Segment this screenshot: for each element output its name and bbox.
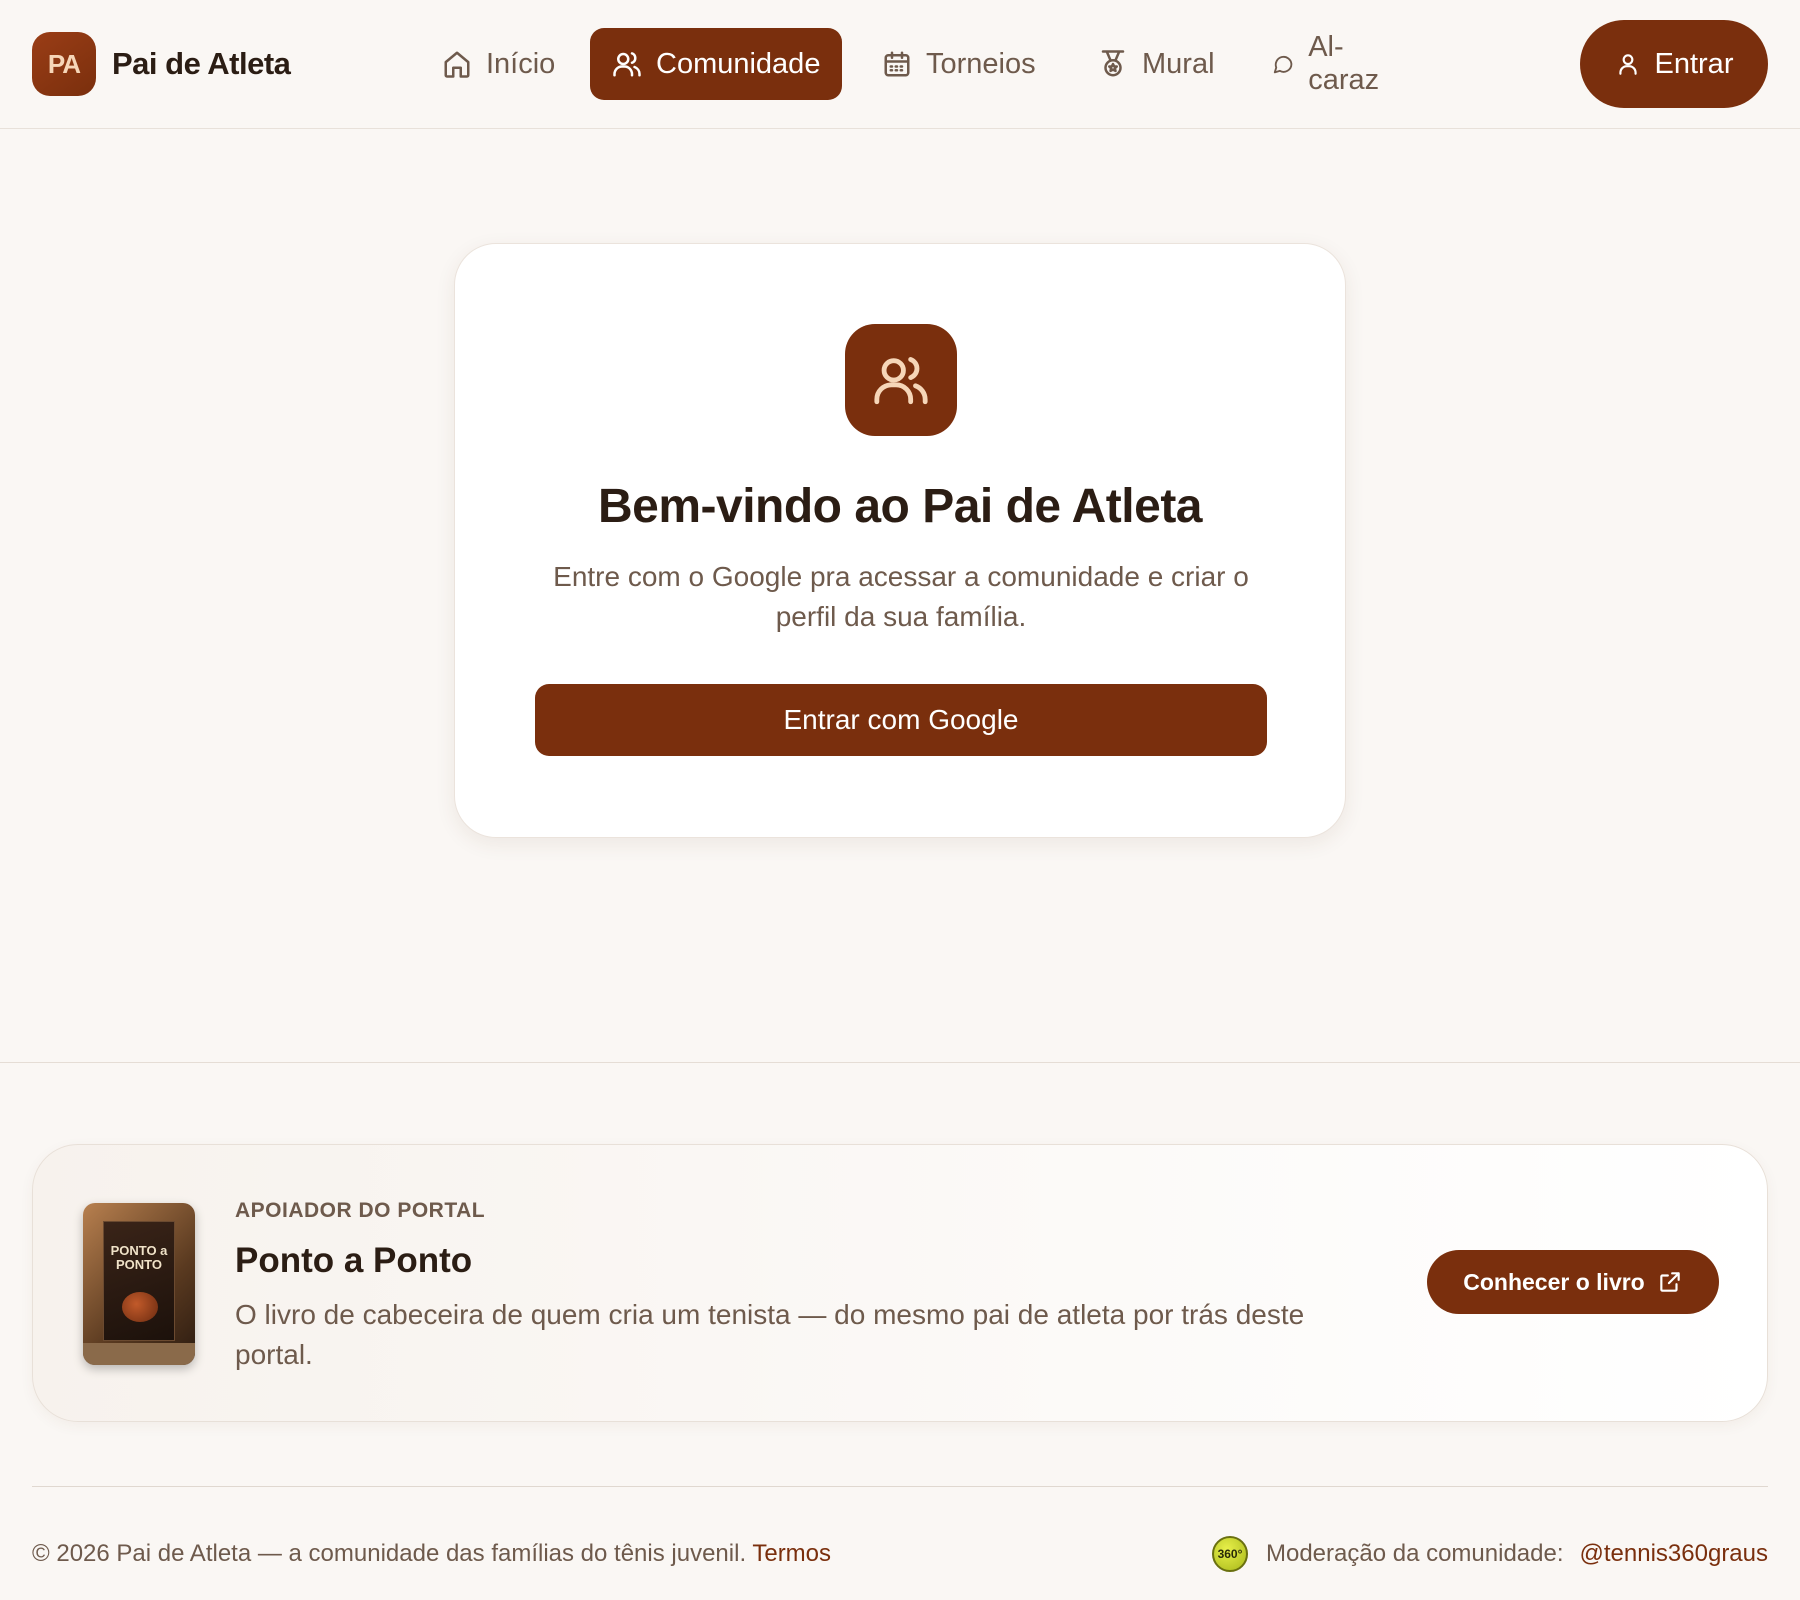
know-book-button-label: Conhecer o livro bbox=[1463, 1268, 1645, 1295]
login-card-description: Entre com o Google pra acessar a comunid… bbox=[553, 561, 1249, 632]
nav-item-label: Início bbox=[486, 47, 556, 80]
nav-item-al-caraz[interactable]: Al-caraz bbox=[1250, 28, 1409, 100]
sponsor-description: O livro de cabeceira de quem cria um ten… bbox=[235, 1299, 1305, 1370]
nav-item-torneios[interactable]: Torneios bbox=[860, 28, 1058, 100]
sponsor-tag: APOIADOR DO PORTAL bbox=[235, 1199, 486, 1222]
home-icon bbox=[444, 51, 470, 78]
nav-item-label: Al-caraz bbox=[1308, 31, 1380, 96]
medal-icon bbox=[1101, 50, 1125, 77]
tennis-ball-graphic bbox=[122, 1292, 158, 1322]
calendar-icon bbox=[884, 51, 910, 77]
nav-item-label: Comunidade bbox=[656, 47, 821, 80]
login-card-title: Bem-vindo ao Pai de Atleta bbox=[597, 480, 1203, 533]
moderation-label: Moderação da comunidade: bbox=[1265, 1540, 1564, 1567]
sponsor-title: Ponto a Ponto bbox=[235, 1241, 473, 1280]
chat-bubble-icon bbox=[1273, 55, 1293, 74]
footer-moderation: 360° Moderação da comunidade: @tennis360… bbox=[1211, 1536, 1768, 1572]
login-card: Bem-vindo ao Pai de Atleta Entre com o G… bbox=[454, 243, 1346, 838]
nav-item-label: Mural bbox=[1142, 47, 1215, 80]
nav-item-mural[interactable]: Mural bbox=[1076, 28, 1237, 100]
book-stand bbox=[83, 1343, 195, 1365]
nav-item-inicio[interactable]: Início bbox=[420, 28, 577, 100]
nav-item-comunidade[interactable]: Comunidade bbox=[590, 28, 843, 100]
moderation-handle-link[interactable]: @tennis360graus bbox=[1580, 1540, 1768, 1568]
community-icon-badge bbox=[845, 324, 957, 436]
copyright-text: © 2026 Pai de Atleta — a comunidade das … bbox=[32, 1540, 747, 1567]
brand-logo[interactable]: PA Pai de Atleta bbox=[32, 32, 291, 96]
google-login-button[interactable]: Entrar com Google bbox=[535, 684, 1267, 756]
users-icon bbox=[613, 52, 641, 77]
users-icon bbox=[874, 357, 928, 405]
footer-copyright: © 2026 Pai de Atleta — a comunidade das … bbox=[32, 1540, 831, 1568]
tennis-ball-icon: 360° bbox=[1211, 1536, 1248, 1572]
login-button-label: Entrar bbox=[1654, 47, 1734, 80]
book-cover-image[interactable]: PONTO a PONTO bbox=[83, 1203, 195, 1365]
footer-divider bbox=[32, 1486, 1768, 1487]
section-divider bbox=[0, 1062, 1800, 1063]
user-icon bbox=[1618, 54, 1637, 75]
brand-badge: PA bbox=[32, 32, 96, 96]
know-book-button[interactable]: Conhecer o livro bbox=[1427, 1250, 1719, 1314]
nav-item-label: Torneios bbox=[926, 47, 1036, 80]
external-link-icon bbox=[1659, 1272, 1680, 1292]
brand-name: Pai de Atleta bbox=[112, 46, 291, 81]
login-button[interactable]: Entrar bbox=[1580, 20, 1768, 108]
sponsor-card: PONTO a PONTO APOIADOR DO PORTAL Ponto a… bbox=[32, 1144, 1768, 1422]
book-cover: PONTO a PONTO bbox=[103, 1221, 175, 1341]
top-navbar: PA Pai de Atleta Início Comunidade Torne… bbox=[0, 0, 1800, 129]
terms-link[interactable]: Termos bbox=[752, 1540, 831, 1567]
book-cover-title: PONTO a PONTO bbox=[110, 1243, 168, 1272]
